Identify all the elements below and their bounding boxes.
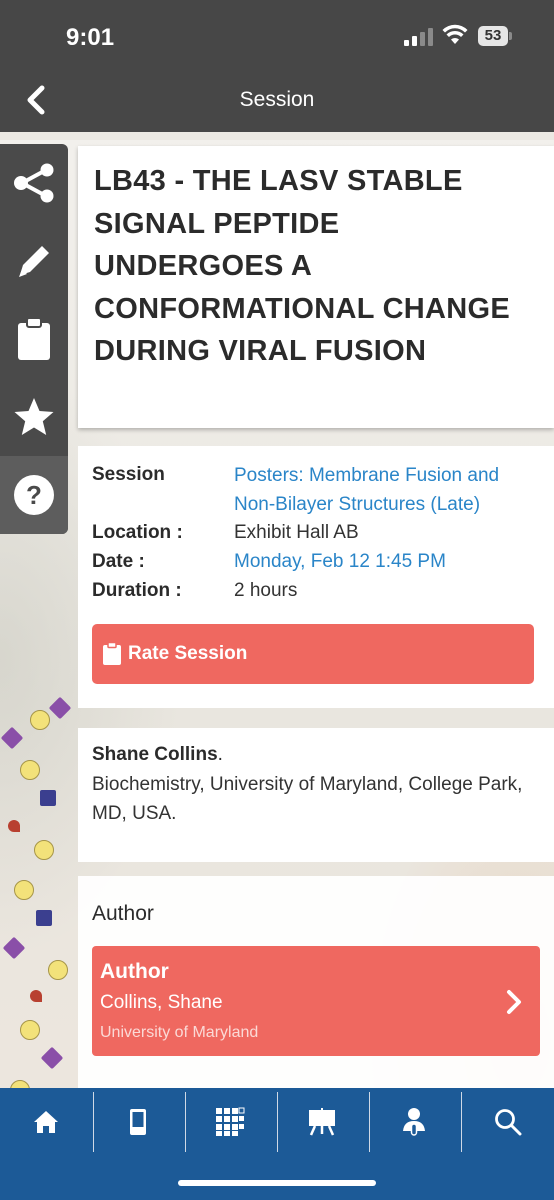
tab-speakers[interactable] bbox=[368, 1088, 460, 1156]
tab-search[interactable] bbox=[462, 1088, 554, 1156]
author-item[interactable]: Author Collins, Shane University of Mary… bbox=[92, 946, 540, 1056]
rate-session-button[interactable]: Rate Session bbox=[92, 624, 534, 684]
help-icon: ? bbox=[14, 475, 54, 515]
tab-presentations[interactable] bbox=[276, 1088, 368, 1156]
status-time: 9:01 bbox=[66, 24, 115, 51]
pencil-icon bbox=[19, 246, 49, 277]
presenter-name-text: Shane Collins bbox=[92, 744, 218, 765]
tab-home[interactable] bbox=[0, 1088, 92, 1156]
duration-label: Duration : bbox=[92, 580, 182, 601]
author-institution: University of Maryland bbox=[100, 1024, 259, 1041]
grid-icon bbox=[216, 1107, 245, 1136]
svg-text:?: ? bbox=[26, 480, 42, 510]
chevron-right-icon bbox=[507, 990, 521, 1014]
mobile-icon bbox=[130, 1109, 146, 1135]
status-bar: 9:01 53 bbox=[0, 0, 554, 70]
duration-value: 2 hours bbox=[234, 580, 298, 601]
share-button[interactable] bbox=[0, 144, 68, 222]
rate-session-label: Rate Session bbox=[128, 643, 248, 664]
clipboard-icon bbox=[18, 317, 50, 360]
date-value[interactable]: Monday, Feb 12 1:45 PM bbox=[234, 547, 544, 576]
session-label: Session bbox=[92, 464, 165, 485]
author-role: Author bbox=[100, 960, 169, 983]
session-title-card: LB43 - THE LASV STABLE SIGNAL PEPTIDE UN… bbox=[78, 146, 554, 428]
home-indicator bbox=[178, 1180, 376, 1186]
session-title: LB43 - THE LASV STABLE SIGNAL PEPTIDE UN… bbox=[94, 165, 511, 367]
author-name: Collins, Shane bbox=[100, 992, 223, 1013]
presenter-name: Shane Collins. bbox=[92, 744, 223, 766]
presentation-icon bbox=[309, 1108, 335, 1136]
home-icon bbox=[34, 1111, 58, 1133]
session-value-line2: Non-Bilayer Structures (Late) bbox=[234, 494, 481, 515]
author-section: Author Author Collins, Shane University … bbox=[78, 876, 554, 1088]
nav-bar: Session bbox=[0, 70, 554, 132]
date-label: Date : bbox=[92, 551, 145, 572]
help-button[interactable]: ? bbox=[0, 456, 68, 534]
tab-schedule-grid[interactable] bbox=[184, 1088, 276, 1156]
presenter-name-punct: . bbox=[217, 744, 223, 765]
cell-signal-icon bbox=[404, 28, 433, 46]
clipboard-icon bbox=[103, 642, 121, 665]
session-value-line1: Posters: Membrane Fusion and bbox=[234, 465, 500, 486]
tab-mobile[interactable] bbox=[92, 1088, 184, 1156]
search-icon bbox=[495, 1109, 522, 1136]
speaker-icon bbox=[403, 1108, 425, 1136]
clipboard-button[interactable] bbox=[0, 300, 68, 378]
presenter-affiliation: Biochemistry, University of Maryland, Co… bbox=[92, 774, 523, 824]
favorite-button[interactable] bbox=[0, 378, 68, 456]
battery-icon: 53 bbox=[478, 26, 512, 46]
session-value-link[interactable]: Posters: Membrane Fusion and Non-Bilayer… bbox=[234, 461, 544, 519]
location-label: Location : bbox=[92, 522, 183, 543]
presenter-card: Shane Collins. Biochemistry, University … bbox=[78, 728, 554, 862]
share-icon bbox=[14, 163, 54, 203]
notes-button[interactable] bbox=[0, 222, 68, 300]
action-sidebar: ? bbox=[0, 144, 68, 534]
location-value: Exhibit Hall AB bbox=[234, 522, 359, 543]
session-info-card: Session Posters: Membrane Fusion and Non… bbox=[78, 446, 554, 708]
author-heading: Author bbox=[92, 902, 154, 925]
wifi-icon bbox=[442, 24, 468, 44]
star-icon bbox=[14, 398, 54, 435]
nav-title: Session bbox=[239, 88, 315, 111]
